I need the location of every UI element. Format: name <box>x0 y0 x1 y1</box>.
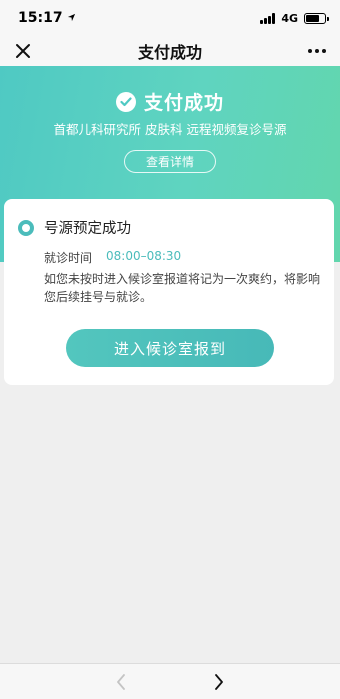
visit-time-row: 就诊时间 08:00–08:30 <box>44 249 181 266</box>
status-bar: 15:17 4G <box>0 0 340 36</box>
success-title: 支付成功 <box>143 92 224 114</box>
signal-icon <box>260 12 276 24</box>
booking-card-header: 号源预定成功 <box>18 217 131 238</box>
status-dot-icon <box>18 219 34 236</box>
nav-bar: 支付成功 <box>0 36 340 66</box>
chevron-left-icon[interactable] <box>111 672 131 692</box>
browser-toolbar <box>0 663 340 699</box>
no-show-notice: 如您未按时进入候诊室报道将记为一次爽约，将影响您后续挂号与就诊。 <box>44 272 321 304</box>
close-icon[interactable] <box>10 38 36 64</box>
status-time: 15:17 <box>18 10 63 26</box>
status-right: 4G <box>260 11 329 25</box>
check-circle-icon <box>115 91 136 112</box>
success-title-row: 支付成功 <box>0 88 340 115</box>
booking-status-title: 号源预定成功 <box>44 221 131 237</box>
status-left: 15:17 <box>18 10 76 26</box>
network-label: 4G <box>281 11 298 25</box>
more-dots-icon[interactable] <box>304 38 330 64</box>
page: 15:17 4G 支付成功 支付成功 首都儿科研究所 皮肤科 远程视频复诊号源 … <box>0 0 340 699</box>
visit-time-label: 就诊时间 <box>44 251 93 265</box>
appointment-summary: 首都儿科研究所 皮肤科 远程视频复诊号源 <box>53 122 287 137</box>
view-details-button[interactable]: 查看详情 <box>124 150 216 173</box>
enter-waiting-room-button[interactable]: 进入候诊室报到 <box>66 329 274 367</box>
nav-title: 支付成功 <box>137 43 202 62</box>
battery-icon <box>304 12 329 24</box>
chevron-right-icon[interactable] <box>209 672 229 692</box>
battery-fill <box>306 14 319 22</box>
visit-time-value: 08:00–08:30 <box>106 249 182 263</box>
booking-card: 号源预定成功 就诊时间 08:00–08:30 如您未按时进入候诊室报道将记为一… <box>4 199 334 385</box>
location-arrow-icon <box>67 10 76 26</box>
